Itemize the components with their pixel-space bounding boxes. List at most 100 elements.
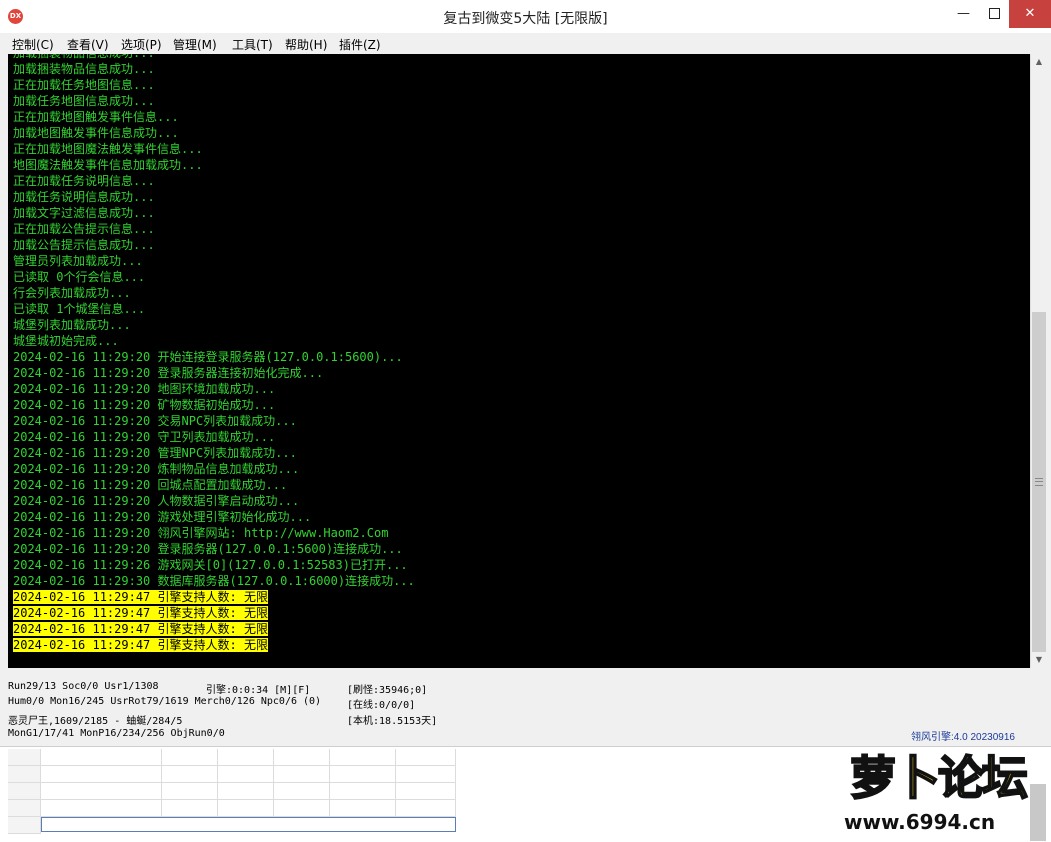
console-line: 加载捆装物品信息成功...	[13, 61, 415, 77]
status-hum: Hum0/0 Mon16/245 UsrRot79/1619 Merch0/12…	[8, 696, 322, 707]
console-line: 加载捆装物品信息成功...	[13, 54, 415, 61]
grid-cell[interactable]	[330, 749, 396, 766]
menu-control[interactable]: 控制(C)	[12, 36, 54, 53]
grid-selected-row[interactable]	[41, 817, 456, 832]
console-line-text: 管理员列表加载成功...	[13, 254, 143, 268]
console-line-text: 已读取 0个行会信息...	[13, 270, 146, 284]
console-line-text: 2024-02-16 11:29:47 引擎支持人数: 无限	[13, 622, 268, 636]
status-panel: Run29/13 Soc0/0 Usr1/1308 引擎:0:0:34 [M][…	[0, 672, 1051, 746]
grid-cell[interactable]	[41, 749, 162, 766]
console-line: 2024-02-16 11:29:20 登录服务器连接初始化完成...	[13, 365, 415, 381]
console-line: 已读取 0个行会信息...	[13, 269, 415, 285]
grid-cell[interactable]	[396, 783, 456, 800]
grid-cell[interactable]	[218, 766, 274, 783]
console-line-text: 2024-02-16 11:29:20 登录服务器连接初始化完成...	[13, 366, 324, 380]
menu-manage[interactable]: 管理(M)	[173, 36, 217, 53]
status-engine-time: 引擎:0:0:34 [M][F]	[206, 685, 311, 696]
console-line: 已读取 1个城堡信息...	[13, 301, 415, 317]
console-line: 2024-02-16 11:29:20 守卫列表加载成功...	[13, 429, 415, 445]
menu-options[interactable]: 选项(P)	[121, 36, 162, 53]
console-line-text: 2024-02-16 11:29:20 登录服务器(127.0.0.1:5600…	[13, 542, 403, 556]
grid-cell[interactable]	[330, 783, 396, 800]
grid-cell[interactable]	[162, 766, 218, 783]
grid-cell[interactable]	[218, 749, 274, 766]
console-line-text: 2024-02-16 11:29:47 引擎支持人数: 无限	[13, 638, 268, 652]
grid-scrollbar[interactable]	[1030, 784, 1046, 841]
console-line-text: 2024-02-16 11:29:30 数据库服务器(127.0.0.1:600…	[13, 574, 415, 588]
console-line-text: 加载地图触发事件信息成功...	[13, 126, 179, 140]
grid-cell[interactable]	[41, 783, 162, 800]
console-line: 加载地图触发事件信息成功...	[13, 125, 415, 141]
grid-cell[interactable]	[8, 783, 41, 800]
grid-cell[interactable]	[8, 766, 41, 783]
grid-cell[interactable]	[396, 749, 456, 766]
scroll-up-icon[interactable]: ▲	[1031, 54, 1047, 70]
grid-cell[interactable]	[274, 783, 330, 800]
menu-plugins[interactable]: 插件(Z)	[339, 36, 381, 53]
console-line-text: 正在加载地图魔法触发事件信息...	[13, 142, 203, 156]
grip-icon	[1035, 478, 1043, 486]
console-line: 正在加载任务说明信息...	[13, 173, 415, 189]
console-line-text: 2024-02-16 11:29:20 回城点配置加载成功...	[13, 478, 288, 492]
console-line-highlight: 2024-02-16 11:29:47 引擎支持人数: 无限	[13, 605, 415, 621]
window-title: 复古到微变5大陆 [无限版]	[443, 11, 608, 27]
console-line-text: 加载任务说明信息成功...	[13, 190, 155, 204]
console-line-text: 加载捆装物品信息成功...	[13, 54, 155, 60]
console-line-highlight: 2024-02-16 11:29:47 引擎支持人数: 无限	[13, 621, 415, 637]
title-bar: DX 复古到微变5大陆 [无限版] — ✕	[0, 0, 1051, 34]
grid-cell[interactable]	[162, 749, 218, 766]
console-line: 2024-02-16 11:29:20 交易NPC列表加载成功...	[13, 413, 415, 429]
console-line: 正在加载任务地图信息...	[13, 77, 415, 93]
grid-cell[interactable]	[41, 800, 162, 817]
menu-view[interactable]: 查看(V)	[67, 36, 109, 53]
console-log[interactable]: 加载捆装物品信息成功... 加载捆装物品信息成功... 正在加载任务地图信息... 加…	[8, 54, 1030, 668]
status-uptime: [本机:18.5153天]	[347, 716, 438, 727]
grid-cell[interactable]	[330, 766, 396, 783]
menu-bar: 控制(C) 查看(V) 选项(P) 管理(M) 工具(T) 帮助(H) 插件(Z…	[0, 33, 1051, 53]
maximize-icon	[989, 8, 1000, 19]
console-line-text: 加载文字过滤信息成功...	[13, 206, 155, 220]
console-line: 2024-02-16 11:29:20 游戏处理引擎初始化成功...	[13, 509, 415, 525]
console-line: 2024-02-16 11:29:26 游戏网关[0](127.0.0.1:52…	[13, 557, 415, 573]
watermark-logo: 萝卜论坛 www.6994.cn	[800, 738, 1038, 838]
console-line: 加载公告提示信息成功...	[13, 237, 415, 253]
console-line-text: 2024-02-16 11:29:20 翎风引擎网站: http://www.H…	[13, 526, 389, 540]
console-line: 2024-02-16 11:29:20 翎风引擎网站: http://www.H…	[13, 525, 415, 541]
grid-cell[interactable]	[162, 783, 218, 800]
close-button[interactable]: ✕	[1009, 0, 1051, 28]
grid-cell[interactable]	[274, 766, 330, 783]
console-line: 2024-02-16 11:29:20 登录服务器(127.0.0.1:5600…	[13, 541, 415, 557]
data-grid[interactable]	[8, 749, 456, 842]
grid-cell[interactable]	[396, 800, 456, 817]
console-line-text: 正在加载任务地图信息...	[13, 78, 155, 92]
scroll-down-icon[interactable]: ▼	[1031, 652, 1047, 668]
menu-tools[interactable]: 工具(T)	[232, 36, 273, 53]
maximize-button[interactable]	[979, 0, 1010, 28]
grid-cell[interactable]	[8, 817, 41, 834]
grid-cell[interactable]	[274, 800, 330, 817]
grid-cell[interactable]	[162, 800, 218, 817]
console-line-text: 地图魔法触发事件信息加载成功...	[13, 158, 203, 172]
status-monster: 恶灵尸王,1609/2185 - 蚰蜒/284/5	[8, 716, 183, 727]
grid-cell[interactable]	[8, 800, 41, 817]
scroll-thumb[interactable]	[1032, 312, 1046, 652]
grid-cell[interactable]	[218, 783, 274, 800]
status-run: Run29/13 Soc0/0 Usr1/1308	[8, 681, 159, 692]
grid-cell[interactable]	[330, 800, 396, 817]
console-line: 加载任务说明信息成功...	[13, 189, 415, 205]
watermark-url: www.6994.cn	[844, 810, 996, 834]
console-line: 2024-02-16 11:29:20 管理NPC列表加载成功...	[13, 445, 415, 461]
console-scrollbar[interactable]: ▲ ▼	[1030, 54, 1047, 668]
console-line-text: 2024-02-16 11:29:20 开始连接登录服务器(127.0.0.1:…	[13, 350, 403, 364]
grid-cell[interactable]	[396, 766, 456, 783]
minimize-button[interactable]: —	[948, 0, 979, 28]
grid-cell[interactable]	[218, 800, 274, 817]
grid-cell[interactable]	[41, 766, 162, 783]
console-line: 2024-02-16 11:29:20 开始连接登录服务器(127.0.0.1:…	[13, 349, 415, 365]
status-online: [在线:0/0/0]	[347, 700, 416, 711]
grid-cell[interactable]	[8, 749, 41, 766]
grid-cell[interactable]	[274, 749, 330, 766]
console-line: 2024-02-16 11:29:20 人物数据引擎启动成功...	[13, 493, 415, 509]
menu-help[interactable]: 帮助(H)	[285, 36, 327, 53]
console-line-text: 2024-02-16 11:29:20 炼制物品信息加载成功...	[13, 462, 300, 476]
